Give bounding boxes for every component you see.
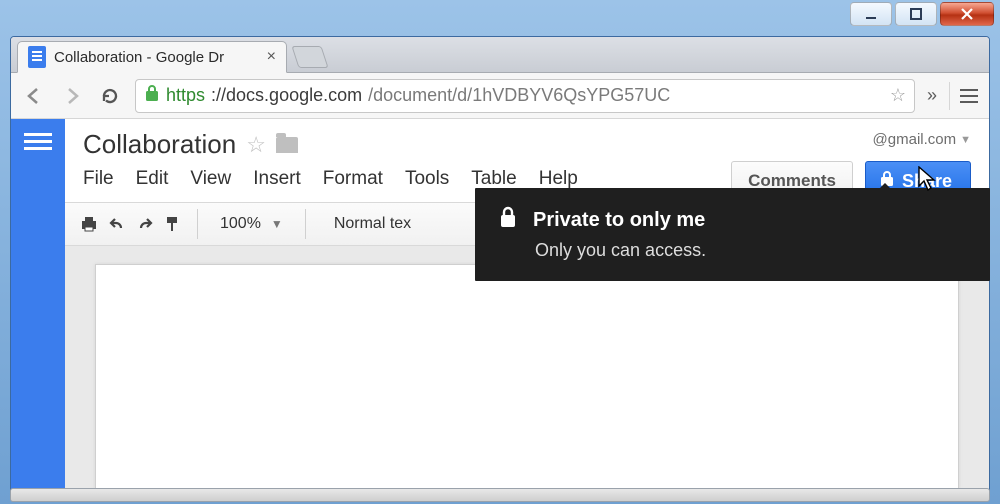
forward-button[interactable]	[59, 83, 85, 109]
lock-icon	[144, 84, 160, 107]
tab-title: Collaboration - Google Dr	[54, 49, 224, 66]
share-tooltip: Private to only me Only you can access.	[475, 188, 990, 281]
paint-format-icon[interactable]	[161, 212, 185, 236]
redo-icon[interactable]	[133, 212, 157, 236]
toolbar-separator	[197, 209, 198, 239]
document-canvas-wrapper	[65, 246, 989, 491]
window-horizontal-scrollbar[interactable]	[10, 488, 990, 502]
tab-strip: Collaboration - Google Dr ×	[11, 37, 989, 73]
window-maximize-button[interactable]	[895, 2, 937, 26]
menu-table[interactable]: Table	[471, 168, 516, 190]
document-canvas[interactable]	[95, 264, 959, 491]
tooltip-lock-icon	[499, 206, 517, 234]
window-close-button[interactable]	[940, 2, 994, 26]
tab-close-icon[interactable]: ×	[267, 48, 276, 66]
chrome-menu-button[interactable]	[949, 82, 979, 110]
window-frame: Collaboration - Google Dr × https ://doc…	[0, 0, 1000, 504]
move-to-folder-icon[interactable]	[276, 137, 298, 153]
menu-tools[interactable]: Tools	[405, 168, 449, 190]
reload-button[interactable]	[97, 83, 123, 109]
zoom-value: 100%	[220, 215, 261, 233]
menu-view[interactable]: View	[190, 168, 231, 190]
window-titlebar	[0, 0, 1000, 36]
tooltip-body: Only you can access.	[535, 240, 966, 261]
zoom-dropdown[interactable]: 100% ▼	[210, 215, 293, 233]
document-title[interactable]: Collaboration	[83, 129, 236, 160]
extensions-overflow-icon[interactable]: »	[927, 85, 937, 106]
document-area: @gmail.com ▼ Collaboration ☆ File Edit V…	[65, 119, 989, 491]
menu-edit[interactable]: Edit	[136, 168, 169, 190]
page-content: @gmail.com ▼ Collaboration ☆ File Edit V…	[11, 119, 989, 491]
menu-insert[interactable]: Insert	[253, 168, 301, 190]
paragraph-style-value: Normal tex	[334, 215, 411, 232]
docs-logo-icon	[24, 133, 52, 153]
url-host: ://docs.google.com	[211, 85, 362, 106]
browser-toolbar: https ://docs.google.com /document/d/1hV…	[11, 73, 989, 119]
tooltip-title: Private to only me	[533, 209, 705, 232]
account-email[interactable]: @gmail.com ▼	[873, 131, 971, 148]
address-bar[interactable]: https ://docs.google.com /document/d/1hV…	[135, 79, 915, 113]
hamburger-icon	[960, 95, 978, 97]
new-tab-button[interactable]	[291, 46, 328, 68]
browser-tab[interactable]: Collaboration - Google Dr ×	[17, 41, 287, 73]
dropdown-caret-icon: ▼	[271, 217, 283, 231]
docs-home-button[interactable]	[11, 119, 65, 491]
account-caret-icon: ▼	[960, 134, 971, 146]
menu-help[interactable]: Help	[539, 168, 578, 190]
docs-favicon-icon	[28, 46, 46, 68]
paragraph-style-dropdown[interactable]: Normal tex	[318, 215, 427, 233]
undo-icon[interactable]	[105, 212, 129, 236]
window-minimize-button[interactable]	[850, 2, 892, 26]
print-icon[interactable]	[77, 212, 101, 236]
bookmark-star-icon[interactable]: ☆	[890, 85, 906, 106]
url-scheme: https	[166, 85, 205, 106]
menu-format[interactable]: Format	[323, 168, 383, 190]
star-document-icon[interactable]: ☆	[246, 132, 266, 158]
back-button[interactable]	[21, 83, 47, 109]
menu-file[interactable]: File	[83, 168, 114, 190]
url-path: /document/d/1hVDBYV6QsYPG57UC	[368, 85, 670, 106]
toolbar-separator	[305, 209, 306, 239]
account-email-text: @gmail.com	[873, 131, 957, 148]
